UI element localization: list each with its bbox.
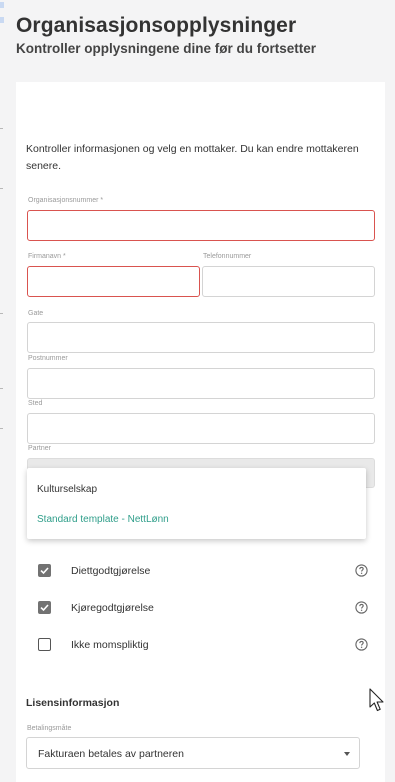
help-circle-icon[interactable]	[355, 638, 368, 651]
edge-tick	[0, 188, 3, 189]
mouse-pointer-icon	[369, 688, 384, 712]
phone-label: Telefonnummer	[203, 253, 252, 260]
payment-method-select[interactable]: Fakturaen betales av partneren	[26, 737, 360, 769]
checkbox-label: Kjøregodtgjørelse	[71, 602, 154, 614]
company-name-label: Firmanavn *	[28, 253, 66, 260]
partner-option[interactable]: Standard template - NettLønn	[37, 514, 169, 525]
partner-dropdown-menu: Kulturselskap Standard template - NettLø…	[27, 468, 366, 539]
left-edge-strip	[0, 0, 8, 771]
checkbox-label: Diettgodtgjørelse	[71, 565, 151, 577]
street-input[interactable]	[27, 322, 375, 353]
city-input[interactable]	[27, 413, 375, 444]
license-section-title: Lisensinformasjon	[26, 697, 120, 709]
city-label: Sted	[28, 400, 43, 407]
checkbox-checked[interactable]	[38, 601, 51, 614]
checkbox-checked[interactable]	[38, 564, 51, 577]
help-circle-icon[interactable]	[355, 564, 368, 577]
postal-code-label: Postnummer	[28, 355, 68, 362]
partner-option[interactable]: Kulturselskap	[37, 484, 97, 495]
org-number-label: Organisasjonsnummer *	[28, 197, 104, 204]
checkbox-label: Ikke momspliktig	[71, 639, 149, 651]
postal-code-input[interactable]	[27, 368, 375, 399]
edge-tick	[0, 313, 3, 314]
edge-tick	[0, 388, 3, 389]
page-subtitle: Kontroller opplysningene dine før du for…	[16, 41, 317, 56]
org-number-input[interactable]	[27, 210, 375, 241]
edge-mark	[0, 2, 4, 8]
edge-tick	[0, 128, 3, 129]
partner-label: Partner	[28, 445, 51, 452]
page-header: Organisasjonsopplysninger Kontroller opp…	[16, 14, 387, 56]
company-name-input[interactable]	[27, 266, 200, 297]
intro-text: Kontroller informasjonen og velg en mott…	[26, 143, 359, 172]
payment-method-value: Fakturaen betales av partneren	[38, 748, 184, 760]
organisation-form-card: Kontroller informasjonen og velg en mott…	[16, 82, 385, 782]
payment-method-label: Betalingsmåte	[27, 725, 72, 732]
street-label: Gate	[28, 310, 44, 317]
checkbox-row-diett[interactable]: Diettgodtgjørelse	[38, 562, 368, 580]
check-icon	[40, 604, 49, 612]
checkbox-unchecked[interactable]	[38, 638, 51, 651]
chevron-down-icon	[344, 752, 350, 756]
help-circle-icon[interactable]	[355, 601, 368, 614]
edge-mark	[0, 17, 4, 23]
checkbox-row-moms[interactable]: Ikke momspliktig	[38, 636, 368, 654]
page-title: Organisasjonsopplysninger	[16, 14, 297, 37]
check-icon	[40, 567, 49, 575]
phone-input[interactable]	[202, 266, 375, 297]
edge-tick	[0, 428, 3, 429]
checkbox-row-kjoring[interactable]: Kjøregodtgjørelse	[38, 599, 368, 617]
